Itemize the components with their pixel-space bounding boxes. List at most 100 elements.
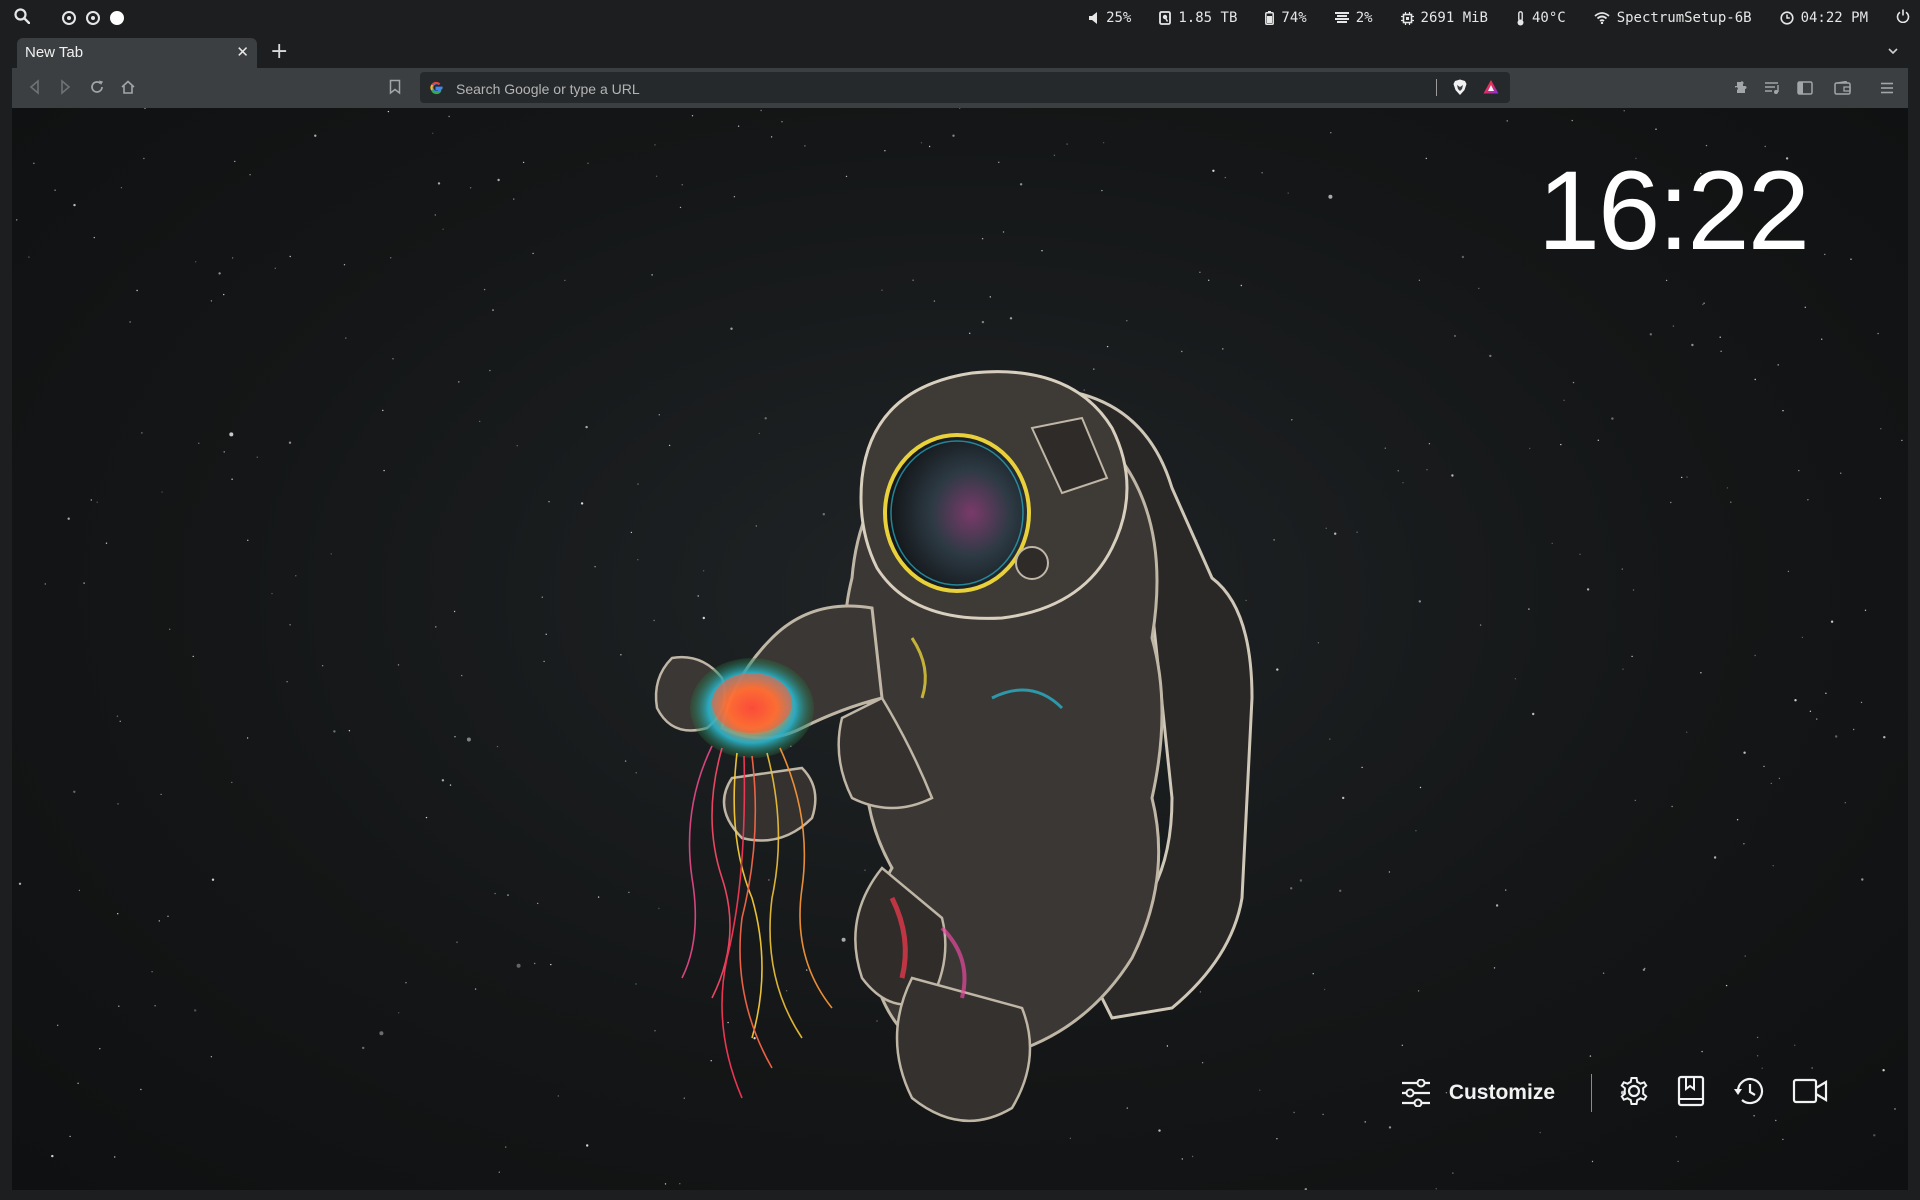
brave-talk-icon[interactable] — [1792, 1077, 1828, 1109]
address-bar[interactable] — [420, 72, 1510, 105]
star — [804, 145, 806, 147]
star — [1730, 501, 1732, 503]
star — [1794, 699, 1797, 702]
star — [1479, 624, 1482, 626]
search-icon[interactable] — [14, 8, 31, 28]
tab-new-tab[interactable]: New Tab ✕ — [17, 38, 257, 68]
star — [1452, 1172, 1454, 1174]
star — [141, 432, 143, 434]
star — [211, 878, 215, 881]
wifi-network-name: SpectrumSetup-6B — [1616, 10, 1752, 26]
settings-icon[interactable] — [1618, 1075, 1650, 1111]
star — [679, 1183, 681, 1185]
star — [1761, 1067, 1763, 1069]
star — [1356, 531, 1358, 533]
star — [1339, 889, 1342, 892]
workspace-2-indicator[interactable] — [86, 11, 100, 25]
clock-status[interactable]: 04:22 PM — [1779, 10, 1868, 26]
star — [466, 737, 471, 742]
workspace-1-indicator[interactable] — [62, 11, 76, 25]
star — [432, 132, 434, 134]
star — [664, 1183, 667, 1185]
star — [1361, 766, 1363, 769]
star — [1631, 655, 1633, 658]
workspace-3-indicator[interactable] — [110, 11, 124, 25]
battery-status[interactable]: 74% — [1265, 10, 1307, 26]
wifi-status[interactable]: SpectrumSetup-6B — [1594, 10, 1752, 26]
star — [120, 187, 123, 189]
star — [1691, 343, 1694, 347]
temperature-status[interactable]: 40°C — [1516, 10, 1566, 26]
bookmark-icon[interactable] — [389, 79, 401, 99]
star — [1495, 904, 1499, 907]
close-tab-icon[interactable]: ✕ — [236, 43, 249, 61]
star — [1821, 338, 1823, 340]
star — [1894, 1108, 1896, 1110]
star — [223, 293, 225, 296]
star — [580, 502, 584, 505]
star — [1323, 988, 1326, 991]
star — [498, 1171, 500, 1173]
star — [1644, 967, 1646, 970]
star — [1322, 1113, 1324, 1116]
extensions-icon[interactable] — [1732, 80, 1748, 100]
memory-status[interactable]: 2691 MiB — [1400, 10, 1488, 26]
star — [1019, 183, 1023, 186]
star — [51, 1154, 54, 1158]
menu-icon[interactable] — [1880, 80, 1894, 99]
reload-icon[interactable] — [89, 79, 105, 99]
star — [1328, 194, 1333, 199]
forward-icon[interactable] — [58, 79, 72, 99]
disk-status[interactable]: 1.85 TB — [1159, 10, 1237, 26]
cpu-icon — [1334, 12, 1349, 23]
bookmarks-icon[interactable] — [1676, 1075, 1706, 1111]
star — [1632, 589, 1635, 591]
star — [1388, 871, 1391, 873]
star — [1384, 447, 1387, 449]
back-icon[interactable] — [28, 79, 42, 99]
star — [494, 892, 496, 895]
star — [343, 264, 346, 266]
star — [117, 913, 119, 915]
tab-list-chevron-icon[interactable] — [1886, 43, 1900, 62]
new-tab-button[interactable]: + — [270, 39, 288, 64]
star — [54, 189, 56, 191]
star — [469, 187, 472, 189]
clock-icon — [1779, 11, 1794, 25]
star — [1686, 731, 1688, 733]
star — [474, 988, 477, 990]
star — [959, 108, 961, 109]
star — [105, 542, 108, 544]
star — [541, 596, 543, 598]
star — [1883, 736, 1886, 739]
volume-status[interactable]: 25% — [1089, 10, 1131, 26]
star — [1505, 889, 1507, 891]
playlist-icon[interactable] — [1764, 80, 1780, 99]
star — [441, 779, 445, 782]
star — [231, 781, 233, 784]
star — [144, 108, 146, 109]
star — [1579, 553, 1581, 555]
star — [545, 633, 547, 635]
star — [1572, 381, 1575, 384]
star — [223, 451, 225, 453]
star — [158, 920, 160, 922]
star — [1418, 600, 1422, 603]
star — [1261, 172, 1263, 174]
star — [1426, 469, 1428, 471]
star — [129, 321, 131, 323]
brave-shields-icon[interactable] — [1452, 79, 1468, 100]
star — [218, 272, 221, 275]
sidebar-icon[interactable] — [1797, 80, 1813, 99]
star — [1622, 668, 1624, 670]
brave-rewards-icon[interactable] — [1483, 79, 1499, 99]
history-icon[interactable] — [1732, 1075, 1766, 1111]
star — [1824, 253, 1826, 256]
customize-button[interactable]: Customize — [1401, 1079, 1555, 1107]
star — [781, 121, 783, 123]
address-input[interactable] — [454, 72, 1438, 105]
power-icon[interactable] — [1896, 9, 1910, 27]
wallet-icon[interactable] — [1834, 80, 1851, 99]
home-icon[interactable] — [120, 79, 136, 99]
cpu-status[interactable]: 2% — [1334, 10, 1373, 26]
